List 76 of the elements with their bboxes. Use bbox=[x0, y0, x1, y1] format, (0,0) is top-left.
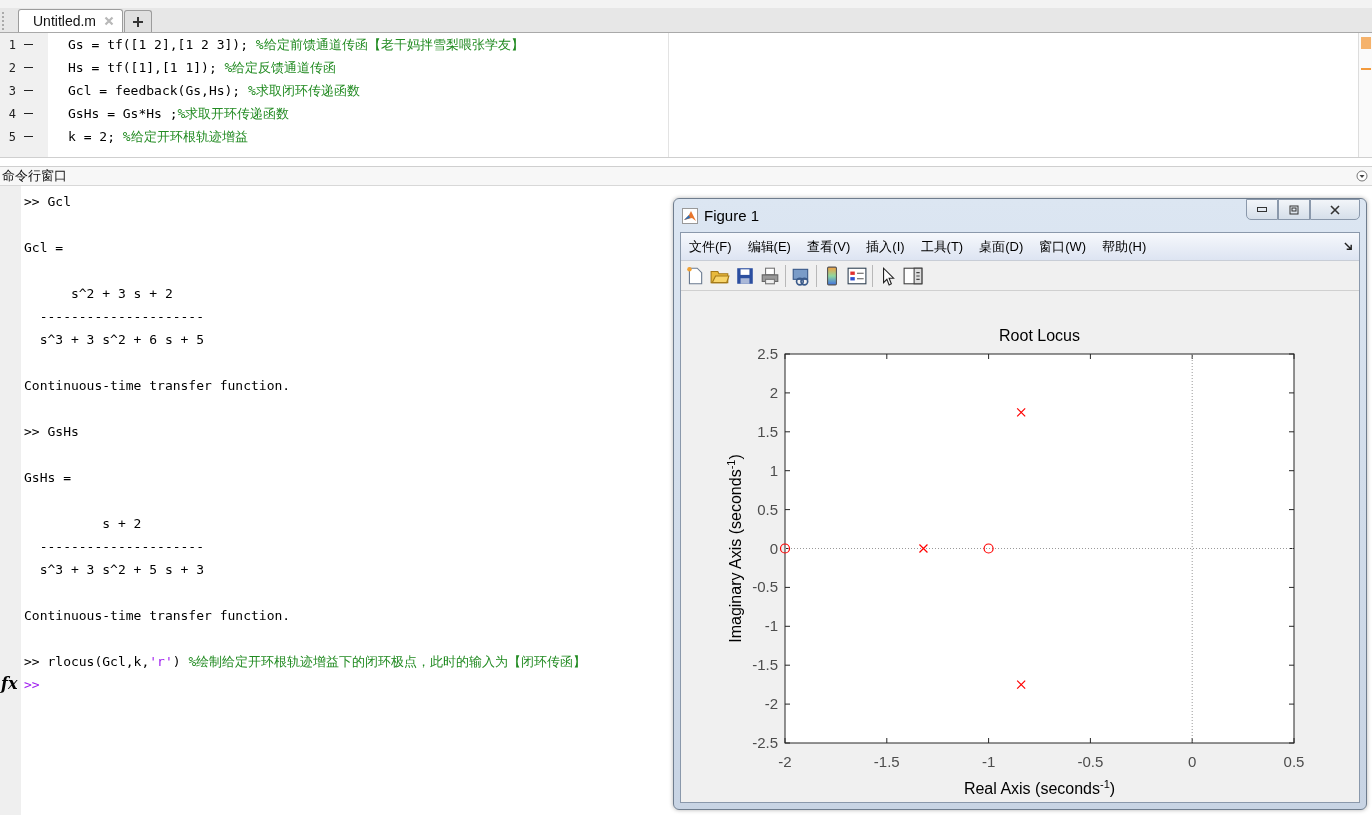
menu-item[interactable]: 文件(F) bbox=[689, 237, 732, 256]
code-line: Hs = tf([1],[1 1]); %给定反馈通道传函 bbox=[68, 59, 338, 77]
output-line: GsHs = bbox=[24, 469, 72, 487]
tick-label: -1.5 bbox=[752, 656, 778, 674]
code-line: Gcl = feedback(Gs,Hs); %求取闭环传递函数 bbox=[68, 82, 361, 100]
code-line: Gs = tf([1 2],[1 2 3]); %给定前馈通道传函【老干妈拌雪梨喂张学友】 bbox=[68, 36, 525, 54]
logo-icon bbox=[682, 207, 698, 224]
tick-label: 0.5 bbox=[757, 500, 778, 518]
code-editor[interactable]: 1 2 3 4 5 Gs = tf([1 2],[1 2 3]); %给定前馈通道传函【老干妈拌雪梨喂张学友】 Hs = tf([1],[1 1]); %给定反馈通道传函 Gcl = feedback(Gs,Hs); %求取闭环传递函数 GsHs = Gs*Hs ;%求取开环传递函数 k = 2; %给定开环根轨迹增益 bbox=[0, 33, 1372, 158]
close-button[interactable] bbox=[1310, 199, 1360, 220]
menu-item[interactable]: 帮助(H) bbox=[1102, 237, 1147, 256]
scrollbar[interactable] bbox=[1358, 33, 1372, 157]
close-icon bbox=[1329, 203, 1341, 216]
tick-label: 1.5 bbox=[757, 422, 778, 440]
dash-mark bbox=[24, 67, 33, 68]
prompt[interactable]: >> bbox=[24, 673, 587, 696]
tick-label: 0 bbox=[769, 539, 778, 557]
menu-item[interactable]: 编辑(E) bbox=[747, 237, 791, 256]
file-tab[interactable]: Untitled.m bbox=[18, 9, 124, 32]
tick-label: 0.5 bbox=[1283, 753, 1305, 770]
menu-item[interactable]: 工具(T) bbox=[920, 237, 964, 256]
line-number: 5 bbox=[7, 129, 16, 144]
tick-label: -1 bbox=[981, 753, 996, 770]
tick-label: -2 bbox=[778, 753, 792, 770]
line-number: 1 bbox=[7, 37, 16, 52]
command-line: >> rlocus(Gcl,k,'r') %绘制给定开环根轨迹增益下的闭环极点，此时的输入为【闭环传函】 bbox=[24, 653, 587, 671]
tick-label: -2 bbox=[764, 695, 778, 713]
dash-mark bbox=[24, 44, 33, 45]
panel-icon[interactable] bbox=[903, 265, 923, 286]
tick-label: -0.5 bbox=[1077, 753, 1104, 770]
output-line: --------------------- bbox=[38, 308, 205, 326]
command-line: >> Gcl bbox=[24, 193, 72, 211]
fx-button[interactable]: fx bbox=[1, 674, 18, 694]
output-line: Gcl = bbox=[24, 239, 65, 257]
output-line: --------------------- bbox=[38, 538, 205, 556]
menu-item[interactable]: 查看(V) bbox=[806, 237, 851, 256]
tick-label: 1 bbox=[769, 461, 778, 479]
maximize-icon bbox=[1288, 203, 1300, 216]
panel-title: 命令行窗口 bbox=[1, 167, 67, 185]
figure-title: Figure 1 bbox=[704, 207, 760, 224]
menu-item[interactable]: 窗口(W) bbox=[1039, 237, 1087, 256]
axis-label: Real Axis (seconds$^{-1}$) bbox=[963, 778, 1116, 797]
command-line: >> GsHs bbox=[24, 423, 80, 441]
line-number: 3 bbox=[7, 83, 16, 98]
minimize-button[interactable] bbox=[1246, 199, 1278, 220]
tick-label: 2.5 bbox=[757, 345, 778, 362]
tick-label: -2.5 bbox=[752, 734, 778, 751]
output-line: s^3 + 3 s^2 + 5 s + 3 bbox=[38, 561, 205, 579]
dropdown-icon[interactable] bbox=[1356, 170, 1368, 182]
new-tab-button[interactable] bbox=[124, 10, 153, 32]
tick-label: 0 bbox=[1188, 753, 1197, 770]
chart-title: Root Locus bbox=[999, 327, 1080, 344]
menu-item[interactable]: 桌面(D) bbox=[979, 237, 1024, 256]
line-number: 2 bbox=[7, 60, 16, 75]
minimize-icon bbox=[1257, 207, 1267, 212]
tick-label: 2 bbox=[769, 383, 778, 401]
tick-label: -1 bbox=[764, 617, 778, 635]
code-line: k = 2; %给定开环根轨迹增益 bbox=[68, 128, 249, 146]
line-number: 4 bbox=[7, 106, 16, 121]
tick-label: -1.5 bbox=[873, 753, 900, 770]
dash-mark bbox=[24, 113, 33, 114]
menu-item[interactable]: 插入(I) bbox=[866, 237, 905, 256]
output-line: Continuous-time transfer function. bbox=[24, 607, 292, 625]
tick-label: -0.5 bbox=[752, 578, 778, 596]
output-line: s^3 + 3 s^2 + 6 s + 5 bbox=[38, 331, 205, 349]
legend-icon[interactable] bbox=[847, 265, 867, 286]
dash-mark bbox=[24, 136, 33, 137]
new-file-icon[interactable] bbox=[685, 265, 705, 286]
output-line: s + 2 bbox=[101, 515, 143, 533]
printer-icon[interactable] bbox=[760, 265, 780, 286]
arrow-icon[interactable] bbox=[1344, 242, 1353, 251]
output-line: Continuous-time transfer function. bbox=[24, 377, 292, 395]
plus-icon bbox=[132, 15, 145, 28]
output-line: s^2 + 3 s + 2 bbox=[69, 285, 174, 303]
dash-mark bbox=[24, 90, 33, 91]
code-line: GsHs = Gs*Hs ;%求取开环传递函数 bbox=[68, 105, 291, 123]
